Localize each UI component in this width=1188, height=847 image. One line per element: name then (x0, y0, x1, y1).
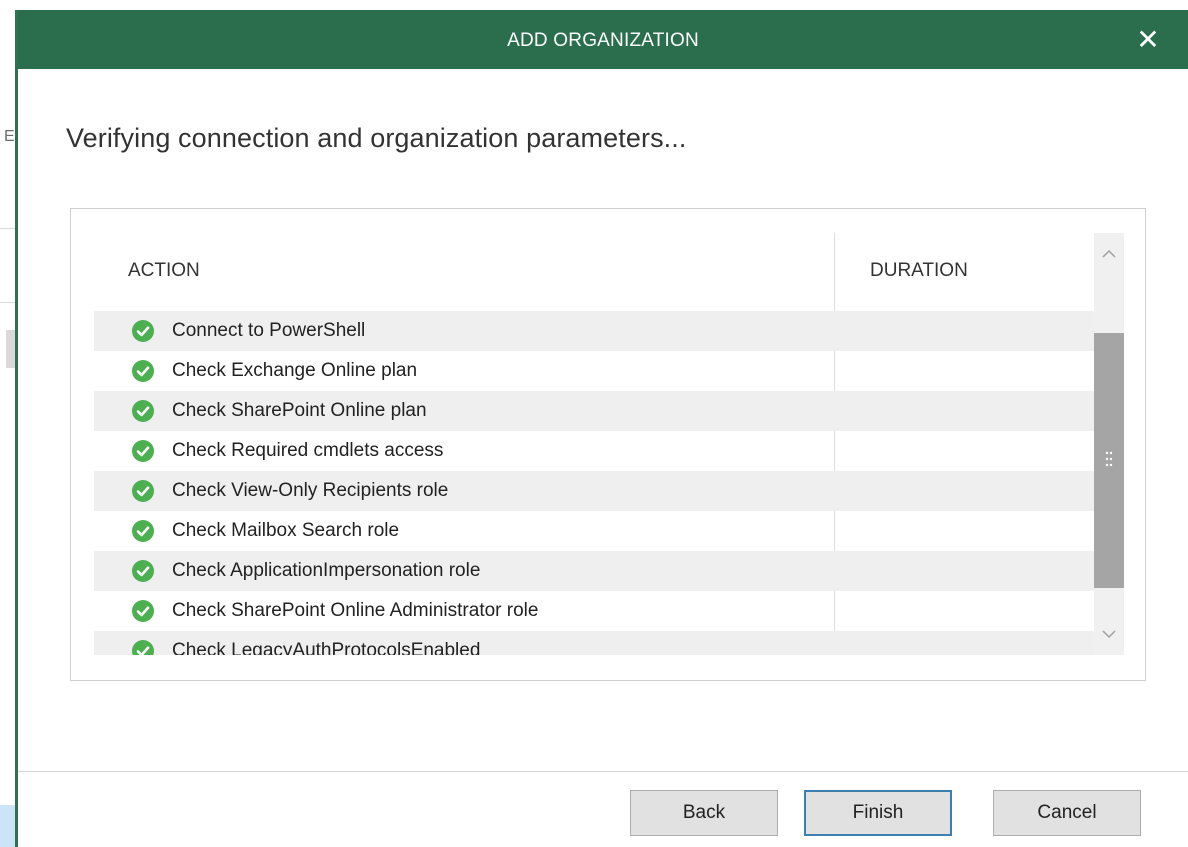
row-action-label: Check SharePoint Online plan (172, 400, 427, 421)
table-row[interactable]: Check LegacyAuthProtocolsEnabled (94, 631, 1094, 655)
row-action-label: Check LegacyAuthProtocolsEnabled (172, 640, 481, 655)
row-action-label: Check SharePoint Online Administrator ro… (172, 600, 539, 621)
check-circle-icon (132, 400, 154, 422)
check-circle-icon (132, 640, 154, 655)
footer-divider (18, 771, 1188, 772)
row-action-label: Check Mailbox Search role (172, 520, 400, 541)
table-row[interactable]: Check SharePoint Online plan (94, 391, 1094, 431)
actions-list: Connect to PowerShell Check Exchange Onl… (94, 311, 1094, 655)
scroll-up-icon[interactable] (1094, 239, 1124, 269)
check-circle-icon (132, 320, 154, 342)
finish-button[interactable]: Finish (804, 790, 952, 836)
close-icon[interactable]: ✕ (1128, 20, 1168, 60)
row-action-label: Check ApplicationImpersonation role (172, 560, 481, 581)
check-circle-icon (132, 520, 154, 542)
table-row[interactable]: Check SharePoint Online Administrator ro… (94, 591, 1094, 631)
dialog-titlebar: ADD ORGANIZATION ✕ (18, 10, 1188, 69)
row-action-label: Check Required cmdlets access (172, 440, 444, 461)
check-circle-icon (132, 440, 154, 462)
scroll-down-icon[interactable] (1094, 619, 1124, 649)
vertical-scrollbar[interactable] (1094, 233, 1124, 655)
column-header-action[interactable]: ACTION (128, 260, 200, 282)
table-row[interactable]: Check Mailbox Search role (94, 511, 1094, 551)
table-row[interactable]: Check Exchange Online plan (94, 351, 1094, 391)
check-circle-icon (132, 360, 154, 382)
check-circle-icon (132, 600, 154, 622)
add-organization-dialog: ADD ORGANIZATION ✕ Verifying connection … (15, 10, 1188, 847)
cancel-button[interactable]: Cancel (993, 790, 1141, 836)
row-action-label: Connect to PowerShell (172, 320, 366, 341)
back-button[interactable]: Back (630, 790, 778, 836)
table-row[interactable]: Check View-Only Recipients role (94, 471, 1094, 511)
row-action-label: Check Exchange Online plan (172, 360, 418, 381)
actions-panel: ACTION DURATION Connect to PowerShell Ch… (70, 208, 1146, 681)
table-row[interactable]: Connect to PowerShell (94, 311, 1094, 351)
page-heading: Verifying connection and organization pa… (66, 123, 687, 153)
actions-table: ACTION DURATION Connect to PowerShell Ch… (94, 233, 1124, 655)
dialog-title: ADD ORGANIZATION (507, 30, 699, 51)
table-row[interactable]: Check Required cmdlets access (94, 431, 1094, 471)
column-header-duration[interactable]: DURATION (870, 260, 968, 282)
row-action-label: Check View-Only Recipients role (172, 480, 449, 501)
check-circle-icon (132, 560, 154, 582)
background-text-fragment: E (4, 128, 15, 145)
table-row[interactable]: Check ApplicationImpersonation role (94, 551, 1094, 591)
scrollbar-thumb[interactable] (1094, 333, 1124, 588)
check-circle-icon (132, 480, 154, 502)
grip-icon (1105, 451, 1113, 467)
